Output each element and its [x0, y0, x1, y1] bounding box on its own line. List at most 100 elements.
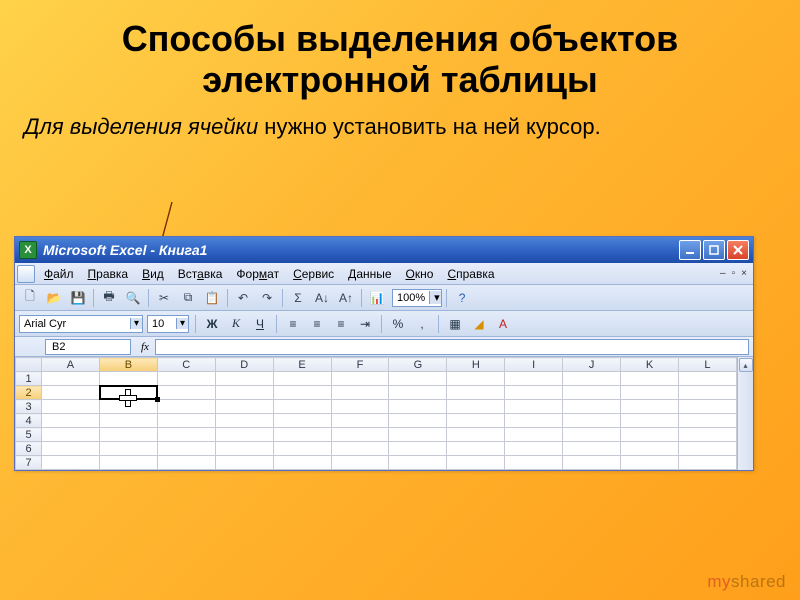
maximize-button[interactable] [703, 240, 725, 260]
row-header[interactable]: 7 [16, 456, 42, 470]
doc-restore-button[interactable]: ▫ [732, 268, 736, 279]
cell[interactable] [563, 414, 621, 428]
percent-icon[interactable]: % [388, 315, 408, 333]
merge-center-icon[interactable]: ⇥ [355, 315, 375, 333]
chevron-down-icon[interactable]: ▾ [176, 318, 188, 329]
cell[interactable] [505, 386, 563, 400]
cell[interactable] [157, 428, 215, 442]
cell[interactable] [505, 372, 563, 386]
titlebar[interactable]: X Microsoft Excel - Книга1 [15, 237, 753, 263]
comma-icon[interactable]: , [412, 315, 432, 333]
cell[interactable] [273, 414, 331, 428]
cell[interactable] [273, 372, 331, 386]
open-icon[interactable]: 📂 [43, 288, 65, 308]
align-left-icon[interactable]: ≡ [283, 315, 303, 333]
vertical-scrollbar[interactable]: ▴ [737, 357, 753, 470]
cell[interactable] [621, 400, 679, 414]
cell[interactable] [563, 442, 621, 456]
cell[interactable] [621, 442, 679, 456]
cell[interactable] [389, 400, 447, 414]
cell[interactable] [215, 372, 273, 386]
cell[interactable] [331, 414, 389, 428]
cell[interactable] [563, 428, 621, 442]
cell[interactable] [215, 400, 273, 414]
cell[interactable] [447, 456, 505, 470]
chevron-down-icon[interactable]: ▾ [429, 291, 441, 304]
cell[interactable] [331, 372, 389, 386]
cell[interactable] [621, 414, 679, 428]
cell[interactable] [273, 400, 331, 414]
cell[interactable] [215, 442, 273, 456]
row-header[interactable]: 6 [16, 442, 42, 456]
cell[interactable] [505, 442, 563, 456]
cell[interactable] [678, 372, 736, 386]
cell[interactable] [563, 456, 621, 470]
cell[interactable] [447, 414, 505, 428]
cut-icon[interactable]: ✂ [153, 288, 175, 308]
cell[interactable] [157, 456, 215, 470]
zoom-combo[interactable]: 100% ▾ [392, 289, 442, 307]
cell[interactable] [42, 386, 100, 400]
cell[interactable] [331, 400, 389, 414]
fx-icon[interactable]: fx [135, 341, 155, 353]
help-icon[interactable]: ? [451, 288, 473, 308]
redo-icon[interactable]: ↷ [256, 288, 278, 308]
print-icon[interactable]: 🖶 [98, 288, 120, 308]
cell[interactable] [389, 372, 447, 386]
cell[interactable] [678, 428, 736, 442]
cell[interactable] [505, 414, 563, 428]
cell[interactable] [42, 372, 100, 386]
column-header[interactable]: A [42, 358, 100, 372]
cell[interactable] [563, 372, 621, 386]
italic-button[interactable]: К [226, 315, 246, 333]
menu-format[interactable]: Формат [229, 265, 286, 283]
new-icon[interactable]: 🗋 [19, 288, 41, 308]
cell[interactable] [678, 414, 736, 428]
sort-asc-icon[interactable]: A↓ [311, 288, 333, 308]
column-header[interactable]: D [215, 358, 273, 372]
row-header[interactable]: 5 [16, 428, 42, 442]
cell[interactable] [157, 386, 215, 400]
align-right-icon[interactable]: ≡ [331, 315, 351, 333]
paste-icon[interactable]: 📋 [201, 288, 223, 308]
cell[interactable] [389, 414, 447, 428]
row-header[interactable]: 2 [16, 386, 42, 400]
menu-window[interactable]: Окно [399, 265, 441, 283]
column-header[interactable]: I [505, 358, 563, 372]
cell[interactable] [215, 456, 273, 470]
cell[interactable] [42, 456, 100, 470]
chevron-down-icon[interactable]: ▾ [130, 318, 142, 329]
column-header[interactable]: J [563, 358, 621, 372]
cell[interactable] [99, 456, 157, 470]
row-header[interactable]: 1 [16, 372, 42, 386]
minimize-button[interactable] [679, 240, 701, 260]
cell[interactable] [42, 428, 100, 442]
cell[interactable] [215, 428, 273, 442]
font-name-input[interactable] [20, 316, 130, 332]
chart-icon[interactable]: 📊 [366, 288, 388, 308]
column-header[interactable]: E [273, 358, 331, 372]
cell[interactable] [621, 456, 679, 470]
cell[interactable] [99, 400, 157, 414]
cell[interactable] [42, 414, 100, 428]
cell[interactable] [563, 386, 621, 400]
cell[interactable] [678, 442, 736, 456]
cell[interactable] [505, 456, 563, 470]
cell[interactable] [157, 372, 215, 386]
menu-view[interactable]: Вид [135, 265, 171, 283]
menu-edit[interactable]: Правка [81, 265, 136, 283]
column-header[interactable]: K [621, 358, 679, 372]
cell[interactable] [447, 400, 505, 414]
cell[interactable] [157, 400, 215, 414]
fill-color-icon[interactable]: ◢ [469, 315, 489, 333]
menu-file[interactable]: Файл [37, 265, 81, 283]
cell[interactable] [678, 456, 736, 470]
cell[interactable] [621, 372, 679, 386]
doc-close-button[interactable]: × [741, 268, 747, 279]
cell[interactable] [331, 428, 389, 442]
align-center-icon[interactable]: ≡ [307, 315, 327, 333]
cell[interactable] [331, 386, 389, 400]
borders-icon[interactable]: ▦ [445, 315, 465, 333]
cell[interactable] [99, 386, 157, 400]
cell[interactable] [678, 386, 736, 400]
